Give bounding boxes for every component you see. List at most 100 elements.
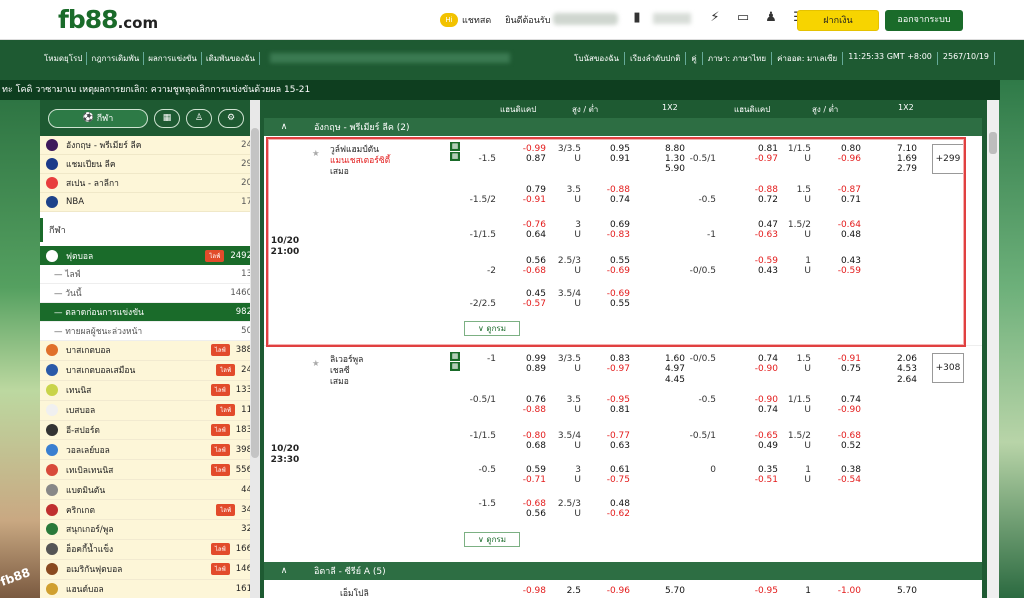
favorite-league[interactable]: อังกฤษ - พรีเมียร์ ลีค 24 (40, 136, 260, 155)
nav-item-2[interactable]: ผลการแข่งขัน (144, 51, 202, 65)
odds-cell[interactable]: 0.63 (600, 441, 630, 451)
odds-cell[interactable]: 1 (781, 586, 811, 596)
star-icon[interactable]: ★ (312, 359, 320, 369)
table-scrollbar[interactable] (987, 100, 999, 598)
odds-cell[interactable]: 0.99 (516, 354, 546, 364)
stats-icon[interactable]: ▦ (450, 362, 460, 371)
sidebar-sport-item[interactable]: คริกเกต ไลฟ์ 34 (40, 500, 260, 521)
people-icon[interactable]: ♙ (186, 108, 212, 128)
odds-cell[interactable]: 0.61 (600, 465, 630, 475)
sidebar-sport-item[interactable]: แฮนด์บอล 161 (40, 579, 260, 598)
nav-right-5[interactable]: 11:25:33 GMT +8:00 (843, 51, 938, 65)
odds-cell[interactable]: -0.77 (600, 431, 630, 441)
odds-cell[interactable]: -0.54 (831, 475, 861, 485)
football-sub-item[interactable]: — ตลาดก่อนการแข่งขัน 982 (40, 303, 260, 322)
odds-cell[interactable]: -0.51 (748, 475, 778, 485)
user-icon[interactable]: ♟ (762, 9, 780, 27)
settings-icon[interactable]: ⚙ (218, 108, 244, 128)
sidebar-sport-item[interactable]: เทเบิลเทนนิส ไลฟ์ 556 (40, 460, 260, 481)
odds-cell[interactable]: 4.53 (887, 364, 917, 374)
chevron-up-icon[interactable]: ∧ (274, 566, 294, 576)
odds-cell[interactable]: 0.89 (516, 364, 546, 374)
odds-cell[interactable]: 0.38 (831, 465, 861, 475)
odds-cell[interactable]: -0.91 (831, 354, 861, 364)
odds-cell[interactable]: -0.88 (516, 405, 546, 415)
odds-cell[interactable]: -1.00 (831, 586, 861, 596)
sidebar-item-football[interactable]: ฟุตบอล ไลฟ์ 2492 (40, 246, 260, 265)
sidebar-sport-item[interactable]: เบสบอล ไลฟ์ 11 (40, 400, 260, 421)
sidebar-sport-item[interactable]: อเมริกันฟุตบอล ไลฟ์ 146 (40, 559, 260, 580)
odds-cell[interactable]: -0.90 (831, 405, 861, 415)
nav-right-1[interactable]: เรียงลำดับปกติ (625, 51, 687, 65)
odds-cell[interactable]: 0.35 (748, 465, 778, 475)
nav-right-2[interactable]: คู่ (686, 51, 703, 65)
odds-cell[interactable]: 0.49 (748, 441, 778, 451)
nav-right-4[interactable]: ค่าออด: มาเลเซีย (772, 51, 844, 65)
calendar-icon[interactable]: ▦ (154, 108, 180, 128)
sidebar-sport-item[interactable]: วอลเลย์บอล ไลฟ์ 398 (40, 440, 260, 461)
nav-item-0[interactable]: โหมดยุโรป (40, 51, 88, 65)
odds-cell[interactable]: 2.64 (887, 375, 917, 385)
deposit-button[interactable]: ฝากเงิน (797, 10, 879, 31)
stats-icon[interactable]: ▦ (450, 352, 460, 361)
transfer-icon[interactable]: ⚡ (706, 9, 724, 27)
football-sub-item[interactable]: — ไลฟ์ 13 (40, 265, 260, 284)
chat-icon[interactable]: Hi (440, 13, 458, 27)
nav-right-0[interactable]: โบนัสของฉัน (569, 51, 625, 65)
sidebar-sport-item[interactable]: บาสเกตบอล ไลฟ์ 388 (40, 341, 260, 361)
sidebar-scrollbar[interactable] (250, 100, 260, 598)
odds-cell[interactable]: -0.62 (600, 509, 630, 519)
odds-cell[interactable]: -0.95 (748, 586, 778, 596)
wallet-icon[interactable]: ▮ (628, 9, 646, 27)
sidebar-sport-item[interactable]: สนุกเกอร์/พูล 32 (40, 520, 260, 540)
odds-cell[interactable]: -0.97 (600, 364, 630, 374)
odds-cell[interactable]: 0.74 (831, 395, 861, 405)
odds-cell[interactable]: 0.75 (831, 364, 861, 374)
odds-cell[interactable]: 2.06 (887, 354, 917, 364)
odds-cell[interactable]: 2.5 (551, 586, 581, 596)
logout-button[interactable]: ออกจากระบบ (885, 10, 963, 31)
odds-cell[interactable]: -0.90 (748, 395, 778, 405)
odds-cell[interactable]: 5.70 (655, 586, 685, 596)
odds-cell[interactable]: -0.96 (600, 586, 630, 596)
odds-cell[interactable]: 0.74 (748, 405, 778, 415)
odds-cell[interactable]: 5.70 (887, 586, 917, 596)
odds-cell[interactable]: -0.90 (748, 364, 778, 374)
football-sub-item[interactable]: — วันนี้ 1460 (40, 284, 260, 303)
nav-right-3[interactable]: ภาษา: ภาษาไทย (703, 51, 773, 65)
odds-cell[interactable]: -0.75 (600, 475, 630, 485)
more-markets-button[interactable]: +308 (932, 353, 964, 383)
odds-cell[interactable]: -0.80 (516, 431, 546, 441)
odds-cell[interactable]: -0.65 (748, 431, 778, 441)
sidebar-sport-item[interactable]: ฮ็อคกี้น้ำแข็ง ไลฟ์ 166 (40, 539, 260, 560)
football-sub-item[interactable]: — ทายผลผู้ชนะล่วงหน้า 50 (40, 322, 260, 341)
nav-right-6[interactable]: 2567/10/19 (938, 51, 995, 65)
odds-cell[interactable]: -0.95 (600, 395, 630, 405)
odds-cell[interactable]: 0.48 (600, 499, 630, 509)
league-header[interactable]: ∧ อิตาลี - ซีรีย์ A (5) (264, 562, 982, 580)
odds-cell[interactable]: 0.68 (516, 441, 546, 451)
favorite-league[interactable]: แชมเปียน ลีค 29 (40, 155, 260, 174)
odds-cell[interactable]: 0.56 (516, 509, 546, 519)
league-header[interactable]: ∧ อังกฤษ - พรีเมียร์ ลีค (2) (264, 118, 982, 136)
favorite-league[interactable]: สเปน - ลาลีกา 20 (40, 174, 260, 193)
odds-cell[interactable]: -0.98 (516, 586, 546, 596)
odds-cell[interactable]: 0.52 (831, 441, 861, 451)
odds-cell[interactable]: -0.71 (516, 475, 546, 485)
chevron-up-icon[interactable]: ∧ (274, 122, 294, 132)
sidebar-sport-item[interactable]: แบดมินตัน 44 (40, 480, 260, 501)
odds-cell[interactable]: 0.83 (600, 354, 630, 364)
odds-cell[interactable]: 4.45 (655, 375, 685, 385)
odds-cell[interactable]: 0.76 (516, 395, 546, 405)
odds-cell[interactable]: -0.68 (831, 431, 861, 441)
favorite-league[interactable]: NBA 17 (40, 193, 260, 212)
live-chat-link[interactable]: แชทสด (462, 13, 491, 27)
tab-sports[interactable]: ⚽ กีฬา (48, 108, 148, 128)
sidebar-sport-item[interactable]: เทนนิส ไลฟ์ 133 (40, 380, 260, 401)
odds-cell[interactable]: 4.97 (655, 364, 685, 374)
show-more-button[interactable]: ∨ ดูกรม (464, 532, 520, 547)
logo[interactable]: fb88.com (58, 5, 158, 34)
home-team[interactable]: เอ็มโปลิ (340, 586, 369, 598)
odds-cell[interactable]: 0.74 (748, 354, 778, 364)
nav-item-3[interactable]: เดิมพันของฉัน (202, 51, 260, 65)
